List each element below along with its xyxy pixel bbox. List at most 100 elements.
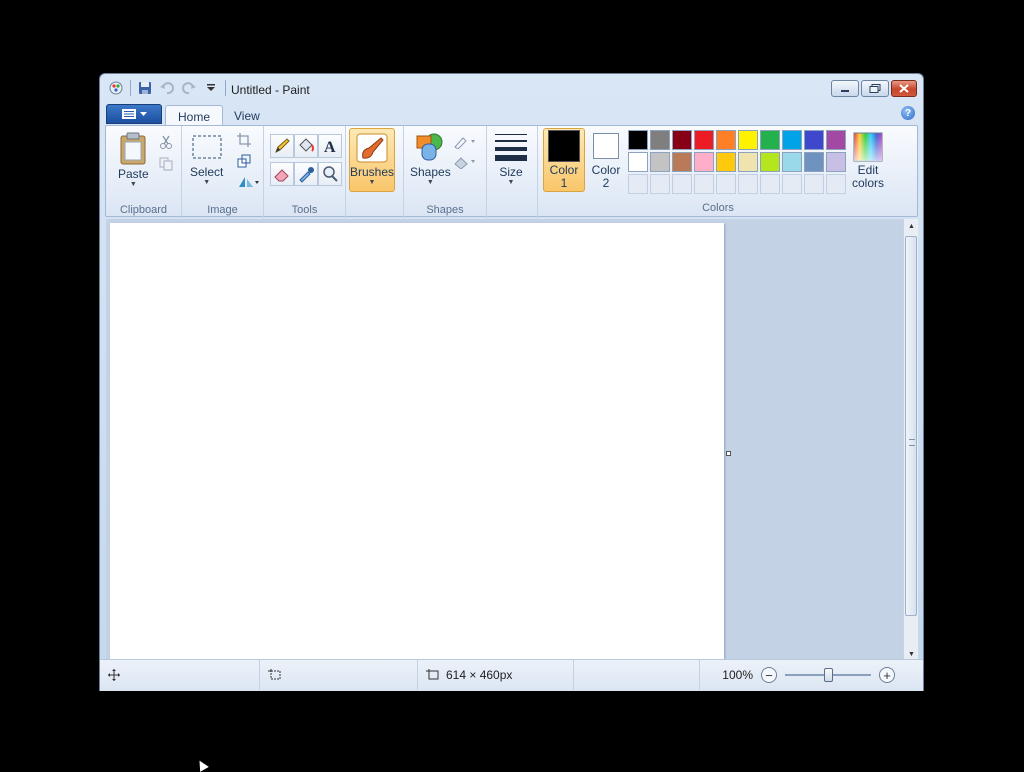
palette-swatch[interactable] — [716, 130, 736, 150]
help-icon[interactable]: ? — [901, 106, 915, 120]
plus-icon: + — [883, 667, 891, 683]
palette-swatch[interactable] — [628, 152, 648, 172]
shapes-group-label: Shapes — [426, 204, 464, 216]
mouse-cursor — [195, 758, 209, 772]
select-label: Select — [190, 165, 224, 179]
palette-swatch[interactable] — [650, 130, 670, 150]
redo-icon[interactable] — [181, 80, 197, 96]
cut-icon[interactable] — [156, 132, 176, 152]
minimize-button[interactable] — [831, 80, 859, 97]
palette-swatch[interactable] — [672, 152, 692, 172]
zoom-out-button[interactable]: − — [761, 667, 777, 683]
zoom-slider-thumb[interactable] — [824, 668, 833, 682]
rotate-icon[interactable] — [234, 172, 262, 192]
pencil-icon[interactable] — [270, 134, 294, 158]
brushes-button[interactable]: Brushes ▼ — [350, 132, 394, 187]
scroll-thumb[interactable] — [905, 236, 917, 616]
paste-button[interactable]: Paste ▼ — [118, 132, 149, 189]
title-bar: Untitled - Paint — [100, 74, 923, 104]
shapes-button[interactable]: Shapes ▼ — [410, 132, 451, 187]
palette-swatch[interactable] — [760, 130, 780, 150]
paint-menu-button[interactable] — [106, 104, 162, 124]
copy-icon[interactable] — [156, 154, 176, 174]
palette-swatch-empty[interactable] — [672, 174, 692, 194]
edit-colors-label: Edit colors — [851, 163, 884, 190]
crop-icon[interactable] — [234, 130, 254, 150]
qat-separator — [130, 80, 131, 96]
palette-swatch[interactable] — [716, 152, 736, 172]
text-icon[interactable]: A — [318, 134, 342, 158]
minimize-icon — [841, 89, 849, 92]
image-size-icon — [426, 669, 439, 680]
palette-swatch-empty[interactable] — [760, 174, 780, 194]
palette-swatch[interactable] — [694, 152, 714, 172]
eraser-icon[interactable] — [270, 162, 294, 186]
save-icon[interactable] — [137, 80, 153, 96]
tab-home[interactable]: Home — [165, 105, 224, 127]
customize-qat-icon[interactable] — [203, 80, 219, 96]
color2-label: Color 2 — [591, 163, 621, 190]
palette-swatch[interactable] — [650, 152, 670, 172]
outline-icon[interactable] — [452, 132, 478, 152]
undo-icon[interactable] — [159, 80, 175, 96]
tools-group: A Tools — [264, 126, 346, 218]
canvas-area — [106, 219, 903, 661]
palette-swatch[interactable] — [738, 130, 758, 150]
brush-icon — [356, 133, 388, 163]
palette-swatch[interactable] — [826, 130, 846, 150]
close-icon — [899, 84, 909, 93]
image-group-label: Image — [207, 204, 238, 216]
status-empty-section — [574, 660, 700, 690]
palette-swatch-empty[interactable] — [650, 174, 670, 194]
edit-colors-icon — [853, 132, 883, 162]
palette-swatch[interactable] — [782, 152, 802, 172]
palette-swatch-empty[interactable] — [826, 174, 846, 194]
palette-swatch[interactable] — [804, 130, 824, 150]
palette-swatch[interactable] — [804, 152, 824, 172]
window-controls — [831, 80, 917, 97]
color2-button[interactable]: Color 2 — [587, 130, 625, 190]
edit-colors-button[interactable]: Edit colors — [850, 132, 886, 190]
palette-swatch[interactable] — [738, 152, 758, 172]
palette-swatch-empty[interactable] — [628, 174, 648, 194]
palette-swatch[interactable] — [672, 130, 692, 150]
select-button[interactable]: Select ▼ — [190, 132, 223, 187]
zoom-controls: 100% − + — [722, 667, 895, 683]
palette-swatch[interactable] — [760, 152, 780, 172]
zoom-in-button[interactable]: + — [879, 667, 895, 683]
paste-label: Paste — [118, 167, 149, 181]
fill-shape-icon[interactable] — [452, 152, 478, 172]
palette-swatch[interactable] — [628, 130, 648, 150]
palette-swatch-empty[interactable] — [738, 174, 758, 194]
resize-icon[interactable] — [234, 151, 254, 171]
color1-button[interactable]: Color 1 — [545, 130, 583, 190]
svg-text:A: A — [324, 139, 336, 155]
fill-icon[interactable] — [294, 134, 318, 158]
tab-view[interactable]: View — [222, 105, 272, 127]
color1-swatch — [548, 130, 580, 162]
paint-window: Untitled - Paint Home View ? Paste ▼ Cli… — [99, 73, 924, 691]
maximize-button[interactable] — [861, 80, 889, 97]
paint-app-icon[interactable] — [108, 80, 124, 96]
palette-swatch-empty[interactable] — [694, 174, 714, 194]
magnifier-icon[interactable] — [318, 162, 342, 186]
palette-swatch[interactable] — [694, 130, 714, 150]
ribbon: Paste ▼ Clipboard Select ▼ Image A Tools… — [105, 125, 918, 218]
zoom-slider[interactable] — [785, 668, 871, 682]
window-title: Untitled - Paint — [231, 83, 310, 97]
close-button[interactable] — [891, 80, 917, 97]
palette-swatch-empty[interactable] — [716, 174, 736, 194]
drawing-canvas[interactable] — [110, 223, 724, 659]
palette-swatch[interactable] — [782, 130, 802, 150]
palette-swatch-empty[interactable] — [804, 174, 824, 194]
palette-swatch-empty[interactable] — [782, 174, 802, 194]
scroll-up-arrow[interactable]: ▲ — [904, 219, 919, 233]
tools-group-label: Tools — [291, 204, 318, 216]
divider — [537, 126, 538, 218]
palette-swatch[interactable] — [826, 152, 846, 172]
canvas-resize-handle[interactable] — [726, 451, 731, 456]
color-picker-icon[interactable] — [294, 162, 318, 186]
size-button[interactable]: Size ▼ — [493, 132, 529, 187]
vertical-scrollbar[interactable]: ▲ ▼ — [903, 219, 918, 661]
paste-icon — [120, 132, 146, 165]
